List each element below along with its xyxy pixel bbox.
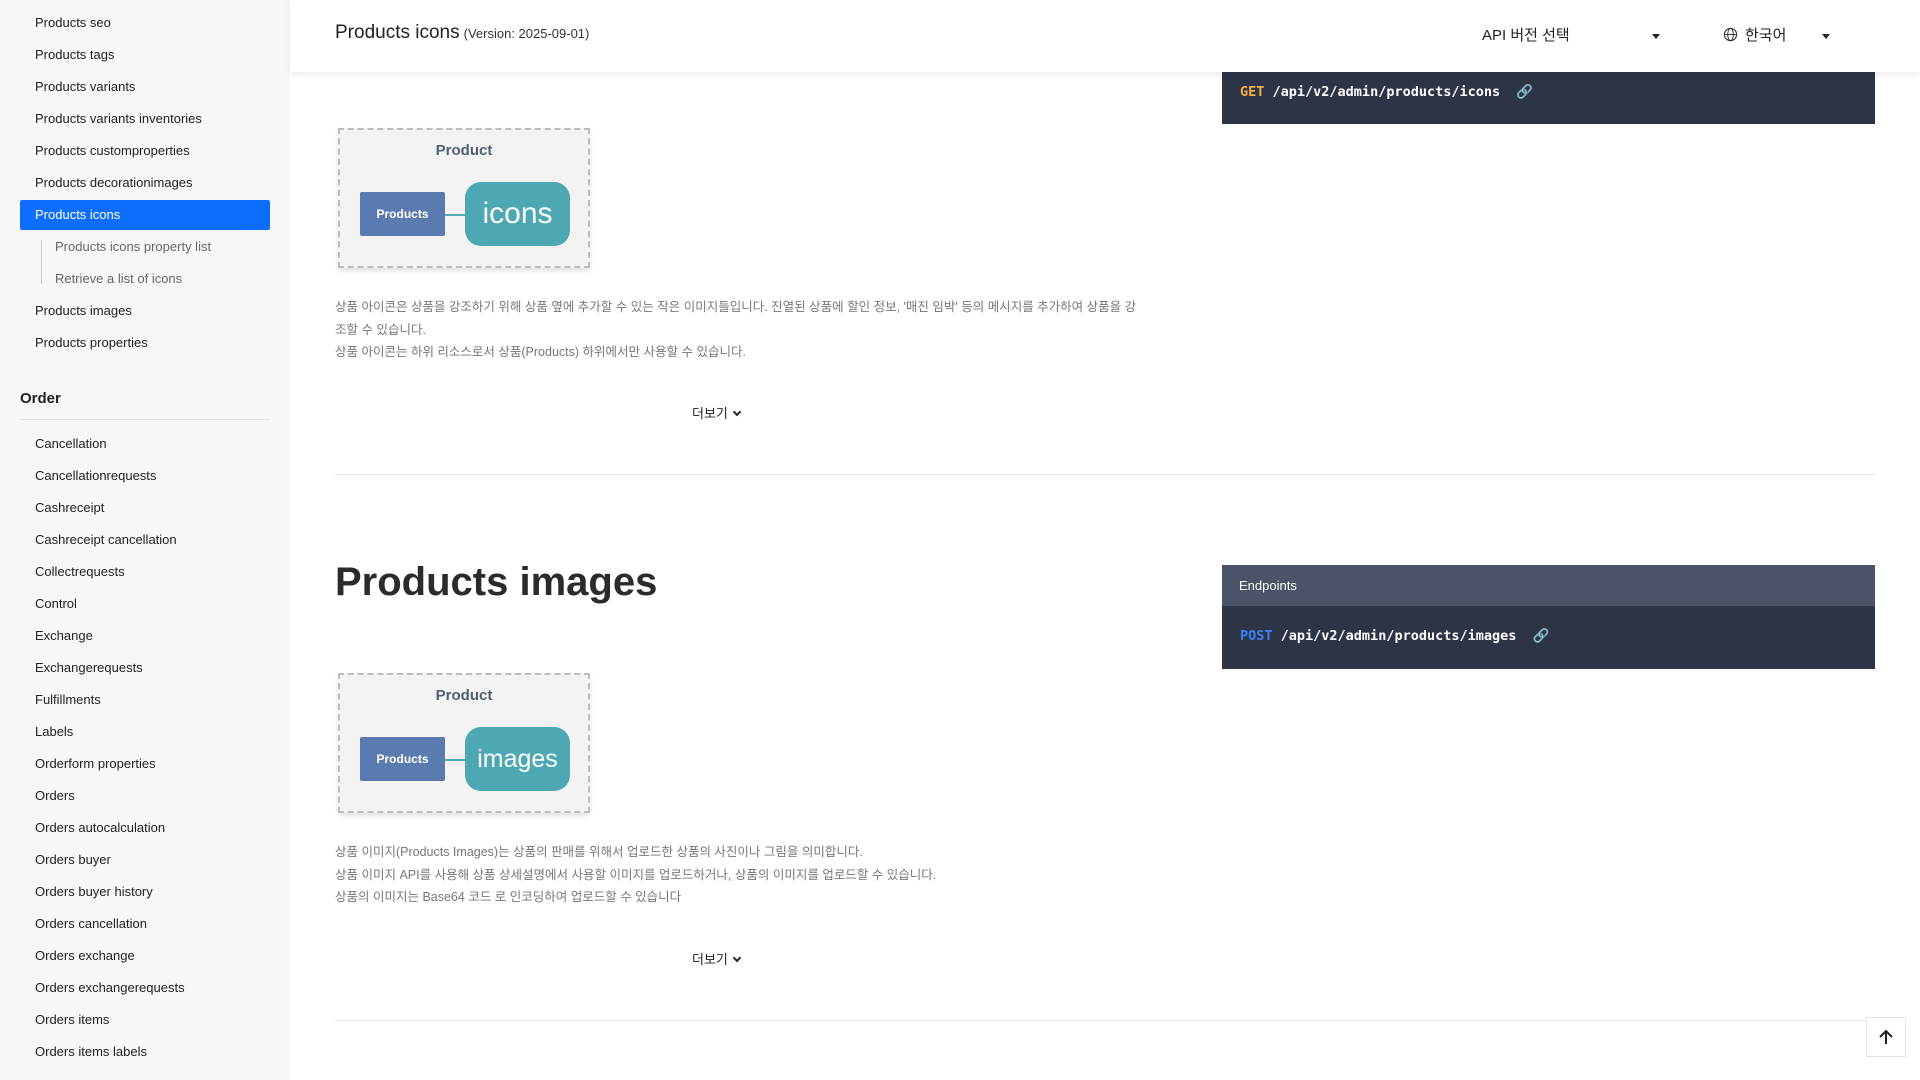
images-description: 상품 이미지(Products Images)는 상품의 판매를 위해서 업로드… — [335, 841, 1195, 909]
diagram-connector — [445, 759, 465, 761]
sidebar-subitem-icons-property-list[interactable]: Products icons property list — [55, 232, 211, 262]
http-method-post: POST — [1240, 628, 1273, 644]
sidebar-item-products-variants[interactable]: Products variants — [20, 72, 270, 102]
chevron-down-icon — [732, 407, 742, 417]
endpoints-header: Endpoints — [1222, 565, 1875, 606]
api-version-select[interactable]: API 버전 선택 — [1482, 24, 1662, 45]
sidebar-item-order-cashreceipt[interactable]: Cashreceipt — [20, 493, 270, 523]
sidebar-item-order-exchangerequests[interactable]: Exchangerequests — [20, 653, 270, 683]
sidebar-item-order-orders-buyer-history[interactable]: Orders buyer history — [20, 877, 270, 907]
diagram-title: Product — [435, 142, 493, 159]
sidebar-item-order-orders-autocalculation[interactable]: Orders autocalculation — [20, 813, 270, 843]
api-version-label: (Version: 2025-09-01) — [463, 26, 590, 41]
sidebar-item-order-orders-exchangerequests[interactable]: Orders exchangerequests — [20, 973, 270, 1003]
images-more-toggle[interactable]: 더보기 — [692, 949, 742, 968]
desc-line: 상품 아이콘은 상품을 강조하기 위해 상품 옆에 추가할 수 있는 작은 이미… — [335, 300, 1137, 314]
more-label: 더보기 — [692, 406, 728, 421]
http-method-get: GET — [1240, 84, 1265, 100]
sidebar-item-order-labels[interactable]: Labels — [20, 717, 270, 747]
sidebar-item-products-properties[interactable]: Products properties — [20, 328, 270, 358]
sidebar-item-order-orders-items[interactable]: Orders items — [20, 1005, 270, 1035]
diagram-title: Product — [435, 687, 493, 704]
sidebar-item-order-orders-buyer[interactable]: Orders buyer — [20, 845, 270, 875]
arrow-up-icon — [1879, 1029, 1893, 1044]
diagram-connector — [445, 214, 465, 216]
endpoint-path[interactable]: /api/v2/admin/products/images — [1281, 628, 1517, 644]
top-header: Products icons (Version: 2025-09-01) API … — [290, 0, 1920, 72]
icons-more-toggle[interactable]: 더보기 — [692, 403, 742, 422]
sidebar-item-order-orderform-properties[interactable]: Orderform properties — [20, 749, 270, 779]
diagram-child-pill: icons — [465, 182, 570, 246]
sidebar-item-order-cancellation[interactable]: Cancellation — [20, 429, 270, 459]
images-resource-diagram: Product Products images — [338, 673, 590, 813]
diagram-parent-box: Products — [360, 737, 445, 781]
main-content: GET /api/v2/admin/products/icons 🔗 Produ… — [290, 0, 1920, 1080]
sidebar-item-order-cashreceipt-cancellation[interactable]: Cashreceipt cancellation — [20, 525, 270, 555]
sidebar: Products seo Products tags Products vari… — [0, 0, 290, 1080]
sidebar-item-products-decorationimages[interactable]: Products decorationimages — [20, 168, 270, 198]
page-title: Products icons (Version: 2025-09-01) — [335, 22, 589, 44]
link-icon[interactable]: 🔗 — [1533, 628, 1550, 644]
globe-icon — [1723, 27, 1738, 42]
section-divider — [335, 1020, 1875, 1021]
sidebar-item-order-cancellationrequests[interactable]: Cancellationrequests — [20, 461, 270, 491]
sidebar-item-order-fulfillments[interactable]: Fulfillments — [20, 685, 270, 715]
link-icon[interactable]: 🔗 — [1516, 84, 1533, 100]
sidebar-group-order: Order — [20, 390, 270, 420]
sidebar-item-order-control[interactable]: Control — [20, 589, 270, 619]
sidebar-item-products-tags[interactable]: Products tags — [20, 40, 270, 70]
chevron-down-icon — [732, 953, 742, 963]
sidebar-subtree-line — [41, 240, 42, 284]
sidebar-item-products-images[interactable]: Products images — [20, 296, 270, 326]
sidebar-item-order-orders[interactable]: Orders — [20, 781, 270, 811]
section-divider — [335, 474, 1875, 475]
sidebar-item-products-icons[interactable]: Products icons — [20, 200, 270, 230]
diagram-parent-box: Products — [360, 192, 445, 236]
language-select-label: 한국어 — [1745, 27, 1787, 44]
desc-line: 상품 이미지 API를 사용해 상품 상세설명에서 사용할 이미지를 업로드하거… — [335, 867, 937, 882]
sidebar-item-order-orders-exchange[interactable]: Orders exchange — [20, 941, 270, 971]
diagram-child-pill: images — [465, 727, 570, 791]
scroll-top-button[interactable] — [1866, 1017, 1906, 1057]
icons-resource-diagram: Product Products icons — [338, 128, 590, 268]
chevron-down-icon — [1652, 34, 1660, 39]
sidebar-item-order-exchange[interactable]: Exchange — [20, 621, 270, 651]
desc-line: 상품의 이미지는 Base64 코드 로 인코딩하여 업로드할 수 있습니다 — [335, 890, 682, 904]
chevron-down-icon — [1822, 34, 1830, 39]
language-select[interactable]: 한국어 — [1745, 24, 1786, 45]
page-title-text: Products icons — [335, 22, 460, 43]
api-version-select-label: API 버전 선택 — [1482, 27, 1570, 44]
desc-line: 상품 아이콘는 하위 리소스로서 상품(Products) 하위에서만 사용할 … — [335, 345, 746, 359]
images-endpoint-block: POST /api/v2/admin/products/images 🔗 — [1222, 606, 1875, 669]
desc-line: 조할 수 있습니다. — [335, 322, 426, 337]
sidebar-item-order-orders-cancellation[interactable]: Orders cancellation — [20, 909, 270, 939]
icons-endpoint-block: GET /api/v2/admin/products/icons 🔗 — [1222, 72, 1875, 124]
sidebar-item-products-variants-inventories[interactable]: Products variants inventories — [20, 104, 270, 134]
sidebar-item-order-collectrequests[interactable]: Collectrequests — [20, 557, 270, 587]
icons-description: 상품 아이콘은 상품을 강조하기 위해 상품 옆에 추가할 수 있는 작은 이미… — [335, 296, 1195, 364]
more-label: 더보기 — [692, 952, 728, 967]
section-title-products-images: Products images — [335, 560, 658, 604]
sidebar-item-products-seo[interactable]: Products seo — [20, 8, 270, 38]
sidebar-item-products-customproperties[interactable]: Products customproperties — [20, 136, 270, 166]
sidebar-subitem-retrieve-icons[interactable]: Retrieve a list of icons — [55, 264, 182, 294]
endpoint-path[interactable]: /api/v2/admin/products/icons — [1273, 84, 1501, 100]
sidebar-item-order-orders-items-labels[interactable]: Orders items labels — [20, 1037, 270, 1067]
desc-line: 상품 이미지(Products Images)는 상품의 판매를 위해서 업로드… — [335, 845, 863, 859]
